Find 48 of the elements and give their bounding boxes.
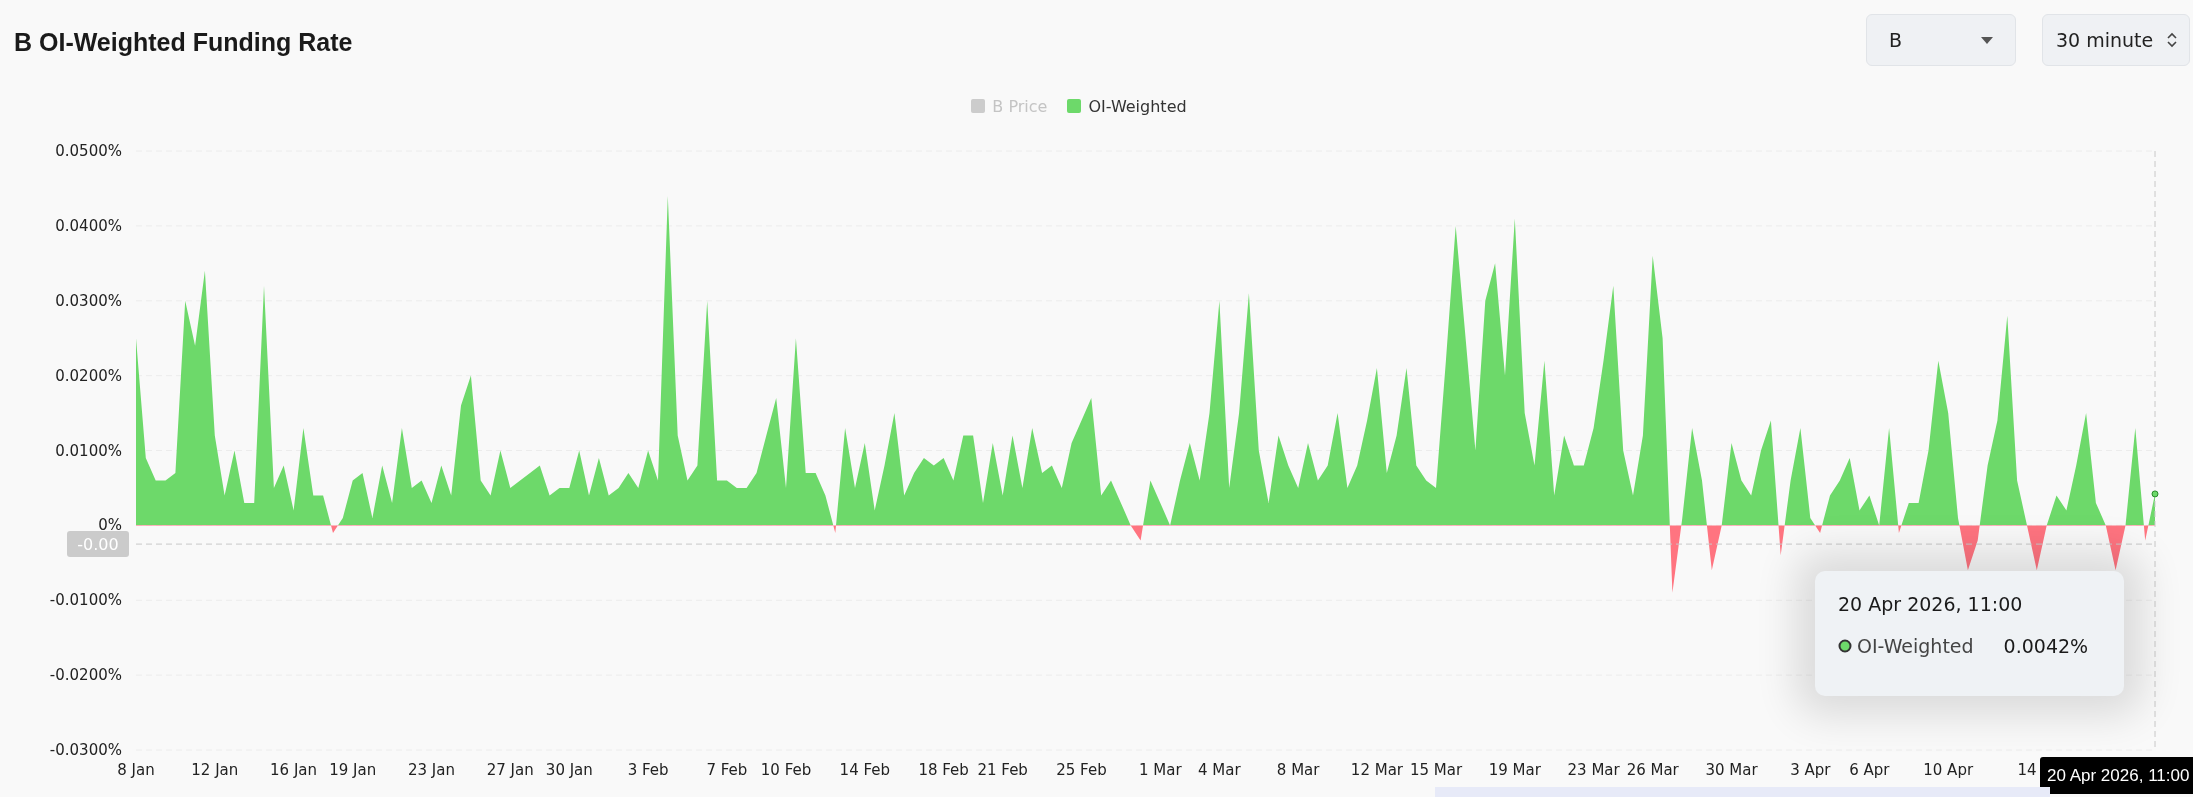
x-axis-label: 25 Feb bbox=[1056, 761, 1107, 779]
x-axis-label: 23 Mar bbox=[1567, 761, 1620, 779]
x-axis-label: 18 Feb bbox=[918, 761, 969, 779]
y-axis-label: 0.0500% bbox=[55, 142, 122, 160]
y-axis-label: 0.0400% bbox=[55, 216, 122, 235]
x-axis-label: 19 Jan bbox=[329, 761, 377, 779]
series-dot-icon bbox=[1838, 639, 1852, 653]
up-down-chevron-icon bbox=[2167, 32, 2177, 48]
x-axis-label: 12 Jan bbox=[191, 761, 239, 779]
data-point bbox=[2151, 490, 2159, 498]
x-axis-label: 23 Jan bbox=[407, 761, 455, 779]
tooltip-date: 20 Apr 2026, 11:00 bbox=[1838, 593, 2024, 615]
y-axis-label: 0.0100% bbox=[55, 441, 122, 460]
y-axis-label: -0.0100% bbox=[49, 591, 122, 610]
x-axis-label: 8 Mar bbox=[1276, 761, 1320, 779]
x-axis-label: 3 Feb bbox=[627, 761, 669, 779]
y-axis-label: -0.0300% bbox=[49, 741, 122, 759]
x-axis-label: 3 Apr bbox=[1790, 761, 1831, 779]
x-axis-label: 19 Mar bbox=[1488, 761, 1541, 779]
y-axis-label: 0.0200% bbox=[55, 366, 122, 385]
x-axis-label: 10 Feb bbox=[760, 761, 812, 779]
x-axis-label: 6 Apr bbox=[1849, 761, 1890, 779]
x-axis-label: 27 Jan bbox=[486, 761, 534, 779]
x-axis-label: 30 Jan bbox=[545, 761, 593, 779]
x-axis-label: 8 Jan bbox=[117, 761, 155, 779]
x-axis-label: 14 bbox=[2017, 761, 2037, 779]
x-axis-label: 15 Mar bbox=[1409, 761, 1463, 779]
x-axis-label: 14 Feb bbox=[839, 761, 890, 779]
range-selector[interactable] bbox=[1435, 787, 2050, 797]
caret-icon bbox=[1981, 36, 1993, 44]
page-title: B OI-Weighted Funding Rate bbox=[14, 28, 353, 57]
y-axis-label: -0.0200% bbox=[49, 666, 122, 685]
crosshair-date-label: 20 Apr 2026, 11:00 bbox=[2040, 757, 2193, 794]
tooltip-series-name: OI-Weighted bbox=[1857, 635, 1974, 657]
x-axis-label: 16 Jan bbox=[270, 761, 318, 779]
x-axis-label: 26 Mar bbox=[1626, 761, 1679, 779]
tooltip-value: 0.0042% bbox=[2003, 635, 2089, 657]
x-axis-label: 7 Feb bbox=[706, 761, 748, 779]
x-axis-label: 4 Mar bbox=[1198, 761, 1241, 779]
x-axis-label: 1 Mar bbox=[1138, 761, 1182, 779]
x-axis-label: 30 Mar bbox=[1705, 761, 1758, 779]
interval-selector[interactable]: 30 minute bbox=[2042, 14, 2190, 66]
y-axis-label: 0.0300% bbox=[55, 291, 122, 310]
symbol-dropdown[interactable]: B bbox=[1866, 14, 2016, 66]
x-axis-label: 21 Feb bbox=[977, 761, 1028, 779]
x-axis-label: 12 Mar bbox=[1350, 761, 1403, 779]
x-axis-label: 10 Apr bbox=[1923, 761, 1974, 779]
legend-item[interactable]: OI-Weighted bbox=[1067, 96, 1187, 116]
